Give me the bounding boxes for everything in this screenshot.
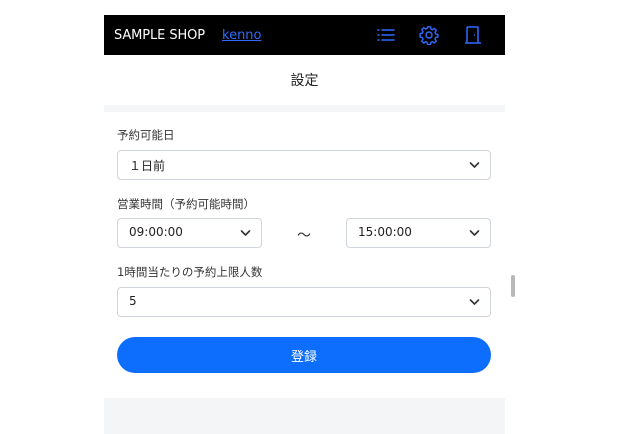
app-panel: SAMPLE SHOP kenno 設定 予約可能日 １日前 営業時間（予約可能…	[104, 15, 505, 434]
navbar: SAMPLE SHOP kenno	[104, 15, 505, 55]
page-header: 設定	[104, 55, 505, 105]
submit-button[interactable]: 登録	[117, 337, 491, 373]
list-icon[interactable]	[376, 25, 396, 45]
reservable-days-value: １日前	[129, 159, 166, 173]
scrollbar-handle[interactable]	[511, 275, 515, 297]
chevron-down-icon	[469, 298, 480, 306]
business-hours-start-value: 09:00:00	[129, 225, 183, 239]
reservable-days-label: 予約可能日	[117, 128, 175, 142]
business-hours-label: 営業時間（予約可能時間）	[117, 197, 255, 211]
door-exit-icon[interactable]	[463, 25, 483, 45]
chevron-down-icon	[469, 161, 480, 169]
business-hours-end-value: 15:00:00	[358, 225, 412, 239]
brand-title[interactable]: SAMPLE SHOP	[114, 28, 205, 43]
settings-form: 予約可能日 １日前 営業時間（予約可能時間） 09:00:00 ～ 15:00:…	[104, 112, 505, 398]
gear-icon[interactable]	[419, 25, 439, 45]
chevron-down-icon	[469, 229, 480, 237]
hourly-limit-select[interactable]: 5	[117, 287, 491, 317]
hourly-limit-label: 1時間当たりの予約上限人数	[117, 265, 263, 279]
time-range-separator: ～	[297, 228, 311, 244]
business-hours-end-select[interactable]: 15:00:00	[346, 218, 491, 248]
user-link[interactable]: kenno	[222, 28, 262, 43]
reservable-days-select[interactable]: １日前	[117, 150, 491, 180]
app-viewport: SAMPLE SHOP kenno 設定 予約可能日 １日前 営業時間（予約可能…	[0, 0, 632, 434]
business-hours-start-select[interactable]: 09:00:00	[117, 218, 262, 248]
page-title: 設定	[290, 73, 319, 89]
hourly-limit-value: 5	[129, 294, 137, 308]
chevron-down-icon	[240, 229, 251, 237]
